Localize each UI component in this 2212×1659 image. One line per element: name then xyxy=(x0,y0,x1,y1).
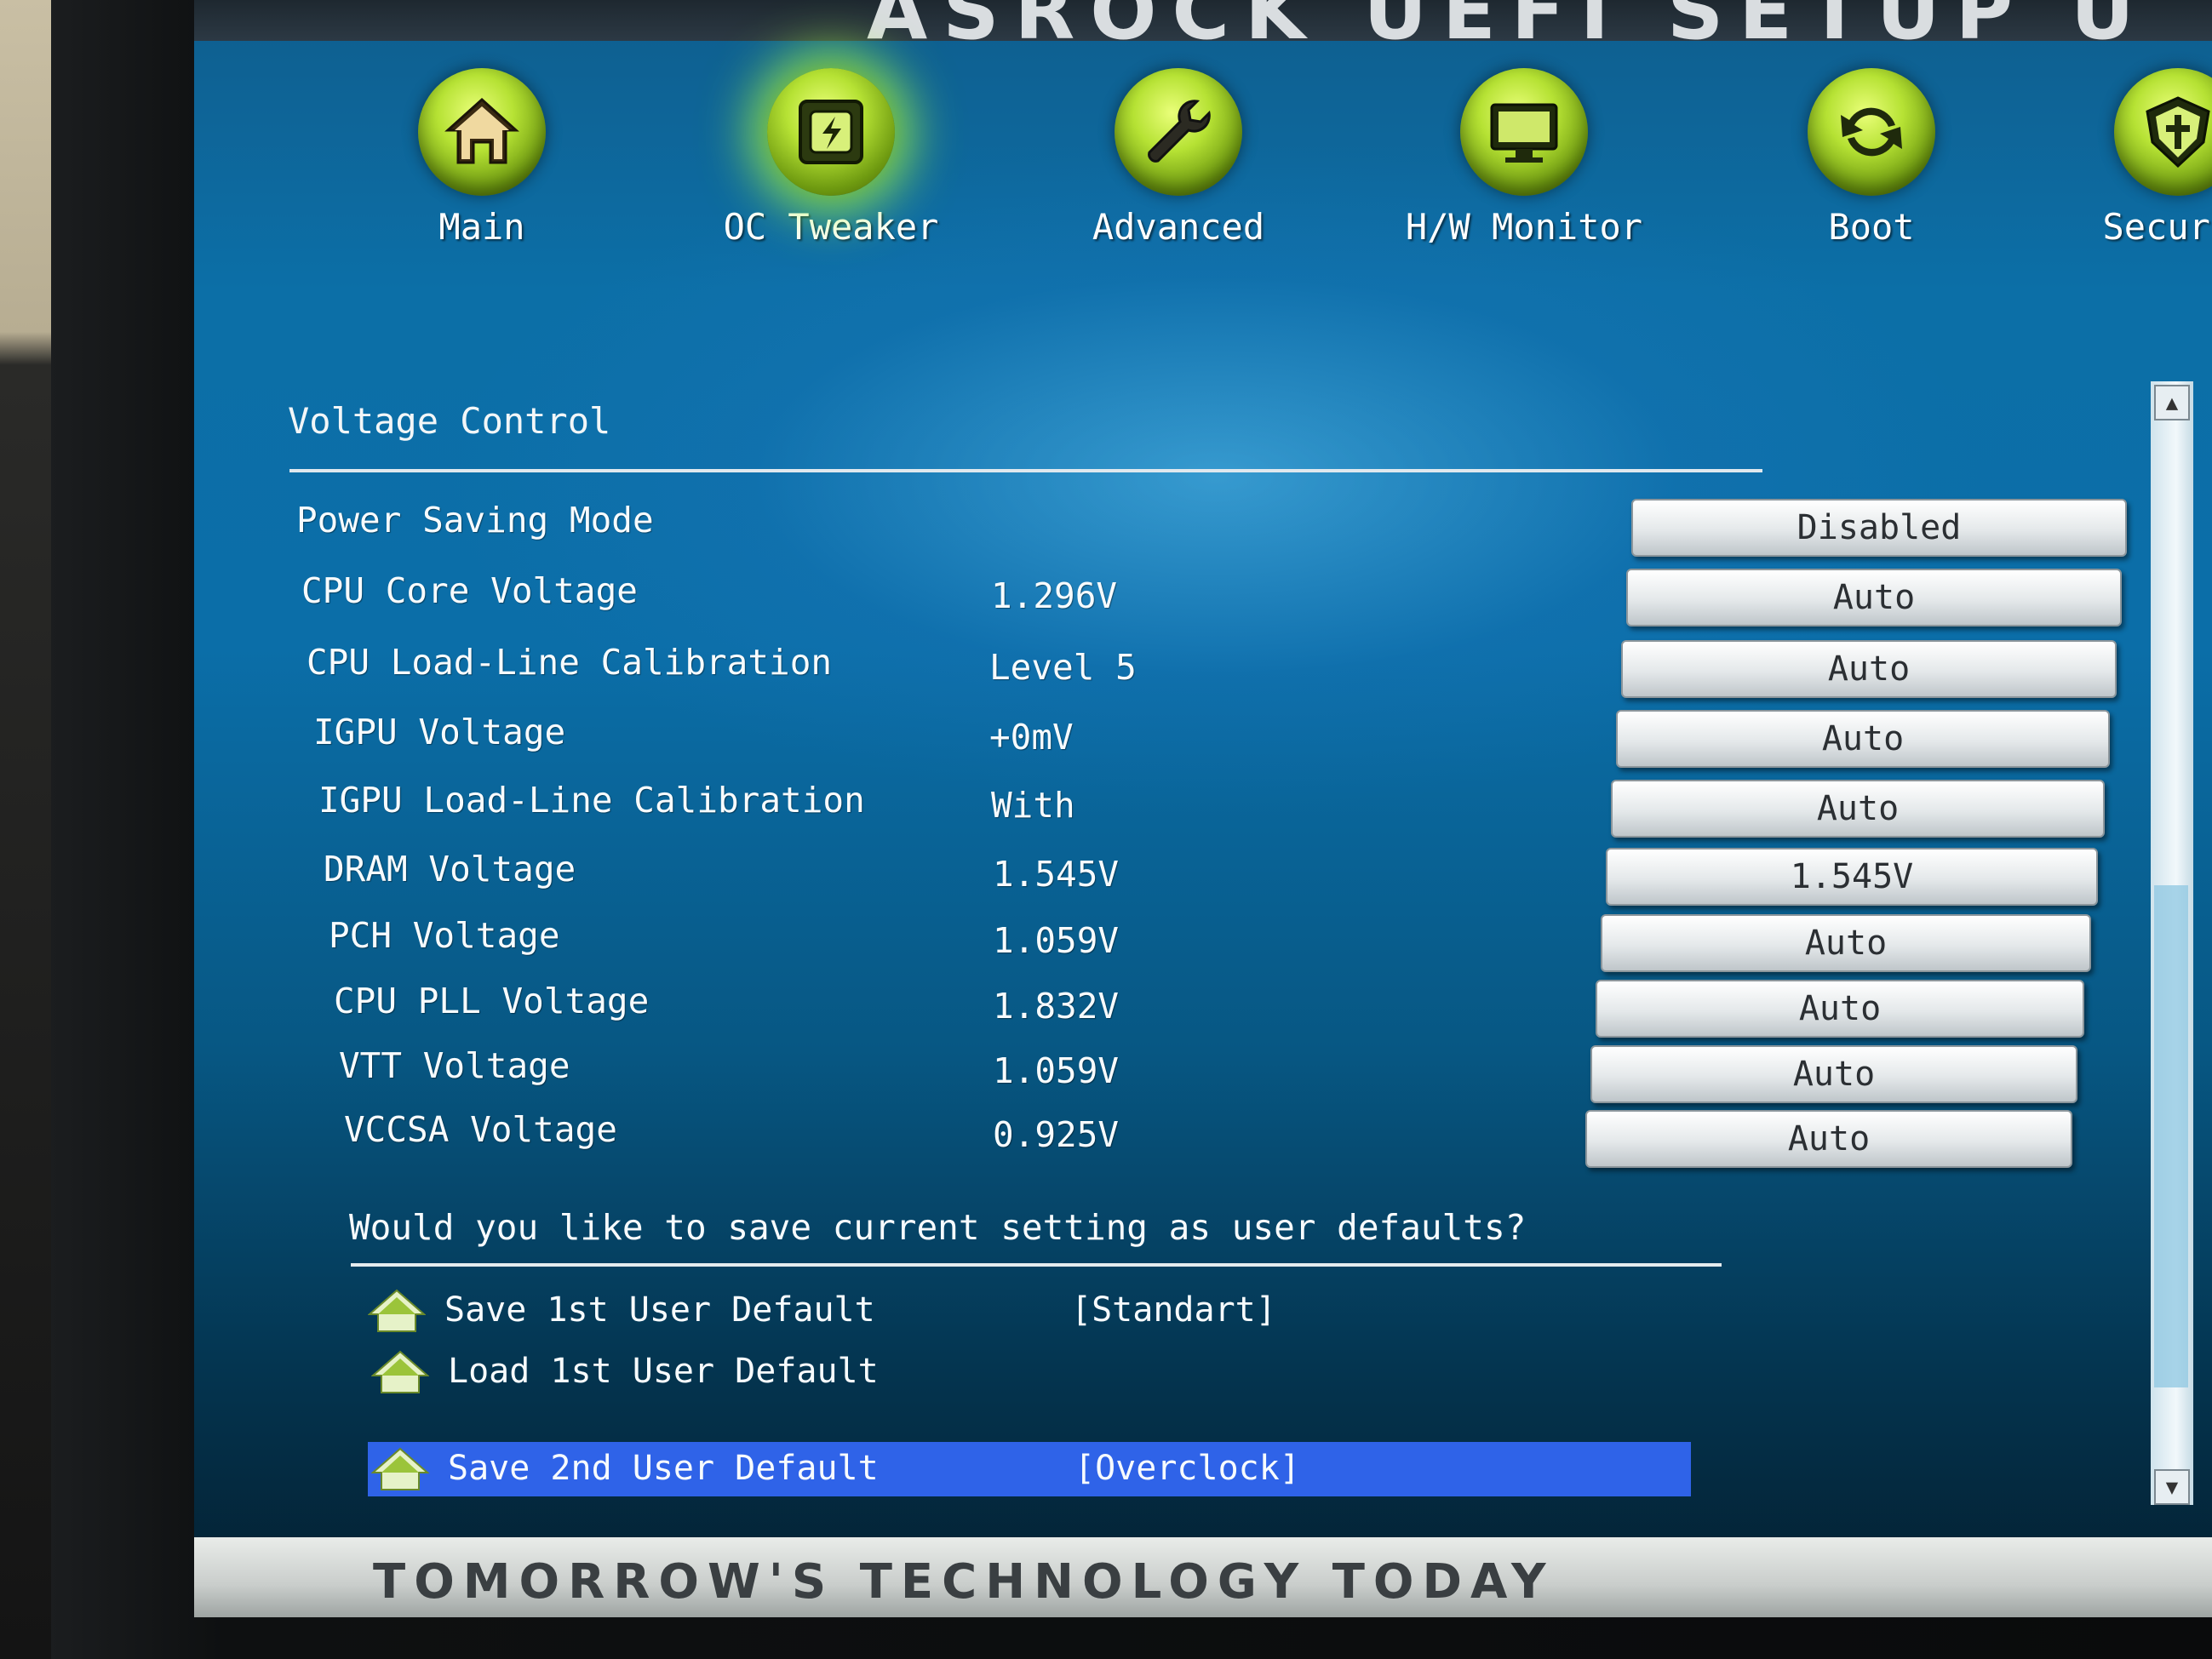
setting-current-value: 1.832V xyxy=(993,986,1120,1027)
tab-boot-label: Boot xyxy=(1828,206,1915,248)
home-icon xyxy=(368,1289,426,1332)
save-1st-user-default-item[interactable]: Save 1st User Default [Standart] xyxy=(364,1284,1693,1338)
setting-label: VTT Voltage xyxy=(339,1045,570,1086)
setting-option-button[interactable]: Auto xyxy=(1601,914,2091,972)
wall-background xyxy=(0,0,51,1659)
setting-current-value: Level 5 xyxy=(989,647,1137,688)
setting-label: PCH Voltage xyxy=(329,915,560,956)
user-default-value: [Overclock] xyxy=(1074,1449,1300,1488)
bios-screen: ASROCK UEFI SETUP U Main OC Tweaker Adva… xyxy=(194,0,2212,1617)
setting-option-button[interactable]: Auto xyxy=(1585,1110,2072,1168)
section-divider xyxy=(289,469,1762,472)
setting-current-value: 1.059V xyxy=(993,1050,1120,1091)
section-title: Voltage Control xyxy=(288,400,611,442)
setting-label: CPU PLL Voltage xyxy=(334,981,650,1021)
user-defaults-question: Would you like to save current setting a… xyxy=(349,1207,1527,1248)
tab-advanced[interactable]: Advanced xyxy=(1051,68,1306,248)
scrollbar-thumb[interactable] xyxy=(2154,885,2188,1387)
setting-current-value: +0mV xyxy=(989,717,1074,758)
setting-label: IGPU Voltage xyxy=(313,712,566,752)
tab-advanced-label: Advanced xyxy=(1092,206,1265,248)
tab-security[interactable]: Securit xyxy=(2050,68,2212,248)
setting-label: Power Saving Mode xyxy=(296,500,654,541)
oc-chip-icon xyxy=(767,68,895,196)
setting-option-button[interactable]: Auto xyxy=(1596,980,2084,1038)
setting-option-button[interactable]: 1.545V xyxy=(1606,848,2098,906)
bios-title: ASROCK UEFI SETUP U xyxy=(867,0,2150,57)
setting-current-value: With xyxy=(991,785,1075,826)
tab-main[interactable]: Main xyxy=(354,68,610,248)
setting-option-button[interactable]: Disabled xyxy=(1631,499,2127,557)
setting-current-value: 1.059V xyxy=(993,920,1120,961)
setting-label: VCCSA Voltage xyxy=(344,1109,617,1150)
setting-option-button[interactable]: Auto xyxy=(1590,1045,2077,1103)
setting-label: CPU Load-Line Calibration xyxy=(307,642,833,683)
monitor-icon xyxy=(1460,68,1588,196)
wrench-icon xyxy=(1115,68,1242,196)
user-default-label: Save 2nd User Default xyxy=(448,1449,879,1488)
setting-current-value: 1.296V xyxy=(991,575,1118,616)
footer-slogan: TOMORROW'S TECHNOLOGY TODAY xyxy=(373,1554,1555,1610)
tab-boot[interactable]: Boot xyxy=(1744,68,1999,248)
save-2nd-user-default-item[interactable]: Save 2nd User Default [Overclock] xyxy=(368,1442,1691,1496)
setting-label: IGPU Load-Line Calibration xyxy=(318,780,865,821)
setting-option-button[interactable]: Auto xyxy=(1616,710,2110,768)
tab-oc-tweaker[interactable]: OC Tweaker xyxy=(703,68,959,248)
setting-label: DRAM Voltage xyxy=(324,849,576,890)
tab-hw-monitor[interactable]: H/W Monitor xyxy=(1396,68,1652,248)
home-icon xyxy=(371,1350,429,1393)
home-icon xyxy=(418,68,546,196)
user-defaults-divider xyxy=(351,1263,1722,1267)
refresh-icon xyxy=(1808,68,1935,196)
tab-security-label: Securit xyxy=(2102,206,2212,248)
setting-option-button[interactable]: Auto xyxy=(1626,569,2122,626)
setting-current-value: 0.925V xyxy=(993,1114,1120,1155)
load-1st-user-default-item[interactable]: Load 1st User Default xyxy=(368,1345,1696,1399)
tab-hw-monitor-label: H/W Monitor xyxy=(1405,206,1643,248)
tab-main-label: Main xyxy=(438,206,525,248)
tab-oc-tweaker-label: OC Tweaker xyxy=(723,206,939,248)
shield-icon xyxy=(2114,68,2212,196)
home-icon xyxy=(371,1447,429,1490)
setting-label: CPU Core Voltage xyxy=(301,570,638,611)
user-default-label: Load 1st User Default xyxy=(448,1352,879,1391)
setting-option-button[interactable]: Auto xyxy=(1611,780,2105,838)
user-default-label: Save 1st User Default xyxy=(444,1290,875,1330)
setting-option-button[interactable]: Auto xyxy=(1621,640,2117,698)
setting-current-value: 1.545V xyxy=(993,854,1120,895)
scroll-down-button[interactable]: ▼ xyxy=(2154,1469,2190,1505)
user-default-value: [Standart] xyxy=(1071,1290,1276,1330)
scroll-up-button[interactable]: ▲ xyxy=(2154,385,2190,420)
